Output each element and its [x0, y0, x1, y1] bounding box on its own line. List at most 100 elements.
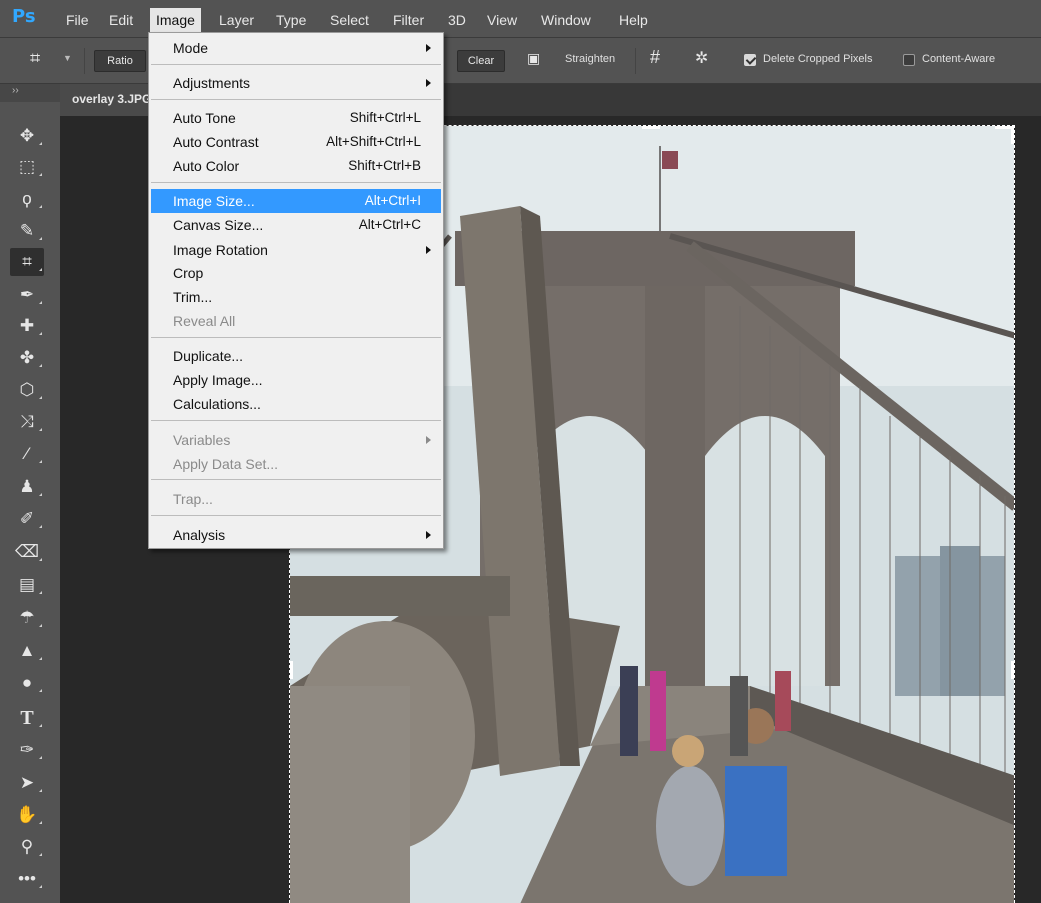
- menu-3d[interactable]: 3D: [442, 10, 472, 30]
- menu-item-label: Canvas Size...: [173, 217, 264, 233]
- menu-item-label: Auto Color: [173, 158, 240, 174]
- clone-stamp-tool-icon[interactable]: ♟: [10, 473, 44, 501]
- patch-tool-icon[interactable]: ⬡: [10, 376, 44, 404]
- menu-item-label: Crop: [173, 265, 204, 281]
- menu-separator: [151, 479, 441, 480]
- delete-cropped-label[interactable]: Delete Cropped Pixels: [763, 53, 872, 65]
- submenu-arrow-icon: [426, 79, 431, 87]
- menu-item-mode[interactable]: Mode: [151, 36, 441, 60]
- menu-separator: [151, 99, 441, 100]
- menu-item-image-size[interactable]: Image Size... Alt+Ctrl+I: [151, 189, 441, 213]
- content-aware-label[interactable]: Content-Aware: [922, 53, 995, 65]
- menu-item-label: Image Size...: [173, 193, 255, 209]
- menu-separator: [151, 182, 441, 183]
- menu-file[interactable]: File: [60, 10, 95, 30]
- crop-tool-icon[interactable]: ⌗: [10, 248, 44, 276]
- toolbox-collapse-grip[interactable]: ››: [0, 84, 60, 102]
- chevron-down-icon[interactable]: ▼: [63, 53, 72, 63]
- lasso-tool-icon[interactable]: ϙ: [10, 185, 44, 213]
- menu-item-reveal-all: Reveal All: [151, 309, 441, 333]
- menu-item-canvas-size[interactable]: Canvas Size... Alt+Ctrl+C: [151, 213, 441, 237]
- menu-item-label: Apply Data Set...: [173, 456, 279, 472]
- straighten-button[interactable]: Straighten: [565, 53, 615, 65]
- menu-item-label: Variables: [173, 432, 231, 448]
- image-menu-dropdown: Mode Adjustments Auto Tone Shift+Ctrl+L …: [148, 32, 444, 549]
- menu-item-adjustments[interactable]: Adjustments: [151, 71, 441, 95]
- path-selection-tool-icon[interactable]: ➤: [10, 769, 44, 797]
- menu-image[interactable]: Image: [150, 8, 201, 32]
- dodge-tool-icon[interactable]: ●: [10, 669, 44, 697]
- menu-item-calculations[interactable]: Calculations...: [151, 392, 441, 416]
- menu-item-shortcut: Alt+Ctrl+C: [358, 217, 421, 232]
- menu-type[interactable]: Type: [270, 10, 312, 30]
- spot-healing-tool-icon[interactable]: ✚: [10, 312, 44, 340]
- delete-cropped-checkbox[interactable]: [744, 54, 756, 66]
- menu-filter[interactable]: Filter: [387, 10, 430, 30]
- menu-item-auto-tone[interactable]: Auto Tone Shift+Ctrl+L: [151, 106, 441, 130]
- eyedropper-tool-icon[interactable]: ✒: [10, 281, 44, 309]
- menu-item-apply-image[interactable]: Apply Image...: [151, 368, 441, 392]
- menu-separator: [151, 515, 441, 516]
- menu-window[interactable]: Window: [535, 10, 597, 30]
- menu-item-label: Duplicate...: [173, 348, 244, 364]
- menu-layer[interactable]: Layer: [213, 10, 260, 30]
- menu-select[interactable]: Select: [324, 10, 375, 30]
- menu-item-label: Analysis: [173, 527, 226, 543]
- more-tools-icon[interactable]: •••: [10, 865, 44, 893]
- gradient-tool-icon[interactable]: ▤: [10, 571, 44, 599]
- menu-item-analysis[interactable]: Analysis: [151, 523, 441, 547]
- clear-button[interactable]: Clear: [457, 50, 505, 72]
- type-tool-icon[interactable]: T: [10, 704, 44, 732]
- crop-handle-top-right-v[interactable]: [1011, 126, 1014, 144]
- crop-tool-preset-icon[interactable]: ⌗: [30, 48, 40, 69]
- menu-item-label: Calculations...: [173, 396, 261, 412]
- overlay-grid-icon[interactable]: #: [650, 47, 660, 68]
- hand-tool-icon[interactable]: ✋: [10, 801, 44, 829]
- menu-item-label: Reveal All: [173, 313, 236, 329]
- menu-separator: [151, 337, 441, 338]
- menu-item-auto-contrast[interactable]: Auto Contrast Alt+Shift+Ctrl+L: [151, 130, 441, 154]
- menu-help[interactable]: Help: [613, 10, 654, 30]
- menu-view[interactable]: View: [481, 10, 523, 30]
- menu-item-image-rotation[interactable]: Image Rotation: [151, 238, 441, 262]
- pen-tool-icon[interactable]: ✑: [10, 736, 44, 764]
- menu-item-label: Auto Tone: [173, 110, 236, 126]
- zoom-tool-icon[interactable]: ⚲: [10, 833, 44, 861]
- crop-handle-top[interactable]: [642, 126, 660, 129]
- healing-brush-tool-icon[interactable]: ✤: [10, 344, 44, 372]
- marquee-tool-icon[interactable]: ⬚: [10, 153, 44, 181]
- menu-item-shortcut: Alt+Shift+Ctrl+L: [326, 134, 421, 149]
- crop-handle-right[interactable]: [1011, 661, 1014, 679]
- sharpen-tool-icon[interactable]: ▲: [10, 637, 44, 665]
- menu-edit[interactable]: Edit: [103, 10, 139, 30]
- eraser-tool-icon[interactable]: ⌫: [10, 538, 44, 566]
- menu-item-label: Trap...: [173, 491, 213, 507]
- menu-separator: [151, 420, 441, 421]
- toolbox: ›› ✥ ⬚ ϙ ✎ ⌗ ✒ ✚ ✤ ⬡ ⤨ ⁄ ♟ ✐ ⌫ ▤ ☂ ▲ ● T…: [0, 84, 60, 903]
- menu-item-label: Image Rotation: [173, 242, 268, 258]
- menu-item-variables: Variables: [151, 428, 441, 452]
- content-aware-move-tool-icon[interactable]: ⤨: [10, 408, 44, 436]
- straighten-icon[interactable]: ▣: [527, 50, 540, 67]
- menu-item-duplicate[interactable]: Duplicate...: [151, 344, 441, 368]
- menu-item-apply-data-set: Apply Data Set...: [151, 452, 441, 476]
- menu-item-label: Adjustments: [173, 75, 251, 91]
- menu-item-crop[interactable]: Crop: [151, 261, 441, 285]
- history-brush-tool-icon[interactable]: ✐: [10, 505, 44, 533]
- crop-handle-left[interactable]: [290, 661, 293, 679]
- menu-item-trap: Trap...: [151, 487, 441, 511]
- menu-item-label: Mode: [173, 40, 209, 56]
- menu-item-trim[interactable]: Trim...: [151, 285, 441, 309]
- content-aware-checkbox[interactable]: [903, 54, 915, 66]
- menu-item-shortcut: Shift+Ctrl+L: [349, 110, 421, 125]
- brush-tool-icon[interactable]: ⁄: [10, 440, 44, 468]
- menu-item-shortcut: Shift+Ctrl+B: [348, 158, 421, 173]
- document-tab[interactable]: overlay 3.JPG: [60, 84, 150, 116]
- move-tool-icon[interactable]: ✥: [10, 122, 44, 150]
- ratio-select[interactable]: Ratio: [94, 50, 146, 72]
- blur-tool-icon[interactable]: ☂: [10, 604, 44, 632]
- submenu-arrow-icon: [426, 246, 431, 254]
- gear-icon[interactable]: ✲: [695, 48, 708, 68]
- quick-selection-tool-icon[interactable]: ✎: [10, 217, 44, 245]
- menu-item-auto-color[interactable]: Auto Color Shift+Ctrl+B: [151, 154, 441, 178]
